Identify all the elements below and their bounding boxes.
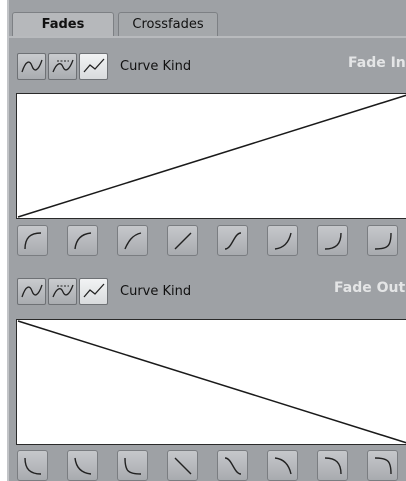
- fade-out-preset-4[interactable]: [167, 450, 198, 481]
- fade-in-spline-curve-button[interactable]: [17, 52, 46, 80]
- fade-out-linear-icon: [174, 457, 191, 474]
- fade-in-curve-2-icon: [73, 231, 91, 249]
- fade-in-preset-2[interactable]: [67, 225, 98, 256]
- fade-in-s-curve-icon: [224, 231, 241, 250]
- fade-out-linear-curve-button[interactable]: [79, 277, 108, 305]
- fade-in-preset-4[interactable]: [167, 225, 198, 256]
- fade-out-curve-8-icon: [374, 456, 392, 474]
- fade-out-preset-8[interactable]: [367, 450, 398, 481]
- panel-edge: [7, 0, 9, 481]
- fade-out-curve-kind-row: Curve Kind: [17, 277, 191, 305]
- fade-out-preset-2[interactable]: [67, 450, 98, 481]
- fade-out-preset-1[interactable]: [17, 450, 48, 481]
- fade-in-curve-kind-label: Curve Kind: [120, 58, 192, 74]
- fade-in-curve: [17, 94, 406, 218]
- spline-curve-icon: [20, 284, 43, 298]
- fade-out-preset-row: [17, 450, 406, 481]
- fade-in-curve-6-icon: [274, 232, 292, 250]
- fade-in-preset-5[interactable]: [217, 225, 248, 256]
- tab-strip-divider: [9, 36, 406, 38]
- fade-out-curve: [17, 320, 406, 444]
- fade-in-title: Fade In: [348, 55, 406, 71]
- damped-spline-curve-icon: [51, 284, 74, 298]
- fade-out-curve-2-icon: [73, 457, 91, 475]
- fade-out-preset-3[interactable]: [117, 450, 148, 481]
- fade-in-curve-1-icon: [23, 231, 41, 249]
- fade-in-curve-7-icon: [324, 232, 342, 250]
- linear-curve-icon: [83, 58, 104, 73]
- fade-in-curve-kind-row: Curve Kind: [17, 52, 191, 80]
- fade-out-spline-curve-button[interactable]: [17, 277, 46, 305]
- fade-in-preset-6[interactable]: [267, 225, 298, 256]
- damped-spline-curve-icon: [51, 59, 74, 73]
- fade-out-preset-5[interactable]: [217, 450, 248, 481]
- fade-out-preset-6[interactable]: [267, 450, 298, 481]
- fade-out-curve-kind-label: Curve Kind: [120, 283, 192, 299]
- fade-out-curve-3-icon: [123, 457, 141, 475]
- fade-in-preset-row: [17, 225, 406, 256]
- fade-in-preset-1[interactable]: [17, 225, 48, 256]
- fade-in-curve-8-icon: [374, 232, 392, 250]
- fade-in-preset-7[interactable]: [317, 225, 348, 256]
- tab-fades[interactable]: Fades: [12, 12, 114, 36]
- fade-out-s-curve-icon: [224, 456, 241, 475]
- fade-out-title: Fade Out: [334, 280, 406, 296]
- fade-in-curve-3-icon: [123, 231, 141, 249]
- fade-in-preset-3[interactable]: [117, 225, 148, 256]
- fade-in-linear-icon: [174, 232, 191, 249]
- fade-in-preset-8[interactable]: [367, 225, 398, 256]
- fade-in-linear-curve-button[interactable]: [79, 52, 108, 80]
- tab-crossfades[interactable]: Crossfades: [118, 12, 218, 36]
- fade-out-curve-graph[interactable]: [16, 319, 406, 445]
- spline-curve-icon: [20, 59, 43, 73]
- fade-out-curve-6-icon: [274, 456, 292, 474]
- fade-in-curve-graph[interactable]: [16, 93, 406, 219]
- linear-curve-icon: [83, 283, 104, 298]
- fade-out-curve-1-icon: [23, 457, 41, 475]
- fade-in-damped-spline-curve-button[interactable]: [48, 52, 77, 80]
- fade-out-preset-7[interactable]: [317, 450, 348, 481]
- fade-out-damped-spline-curve-button[interactable]: [48, 277, 77, 305]
- fade-out-curve-7-icon: [324, 456, 342, 474]
